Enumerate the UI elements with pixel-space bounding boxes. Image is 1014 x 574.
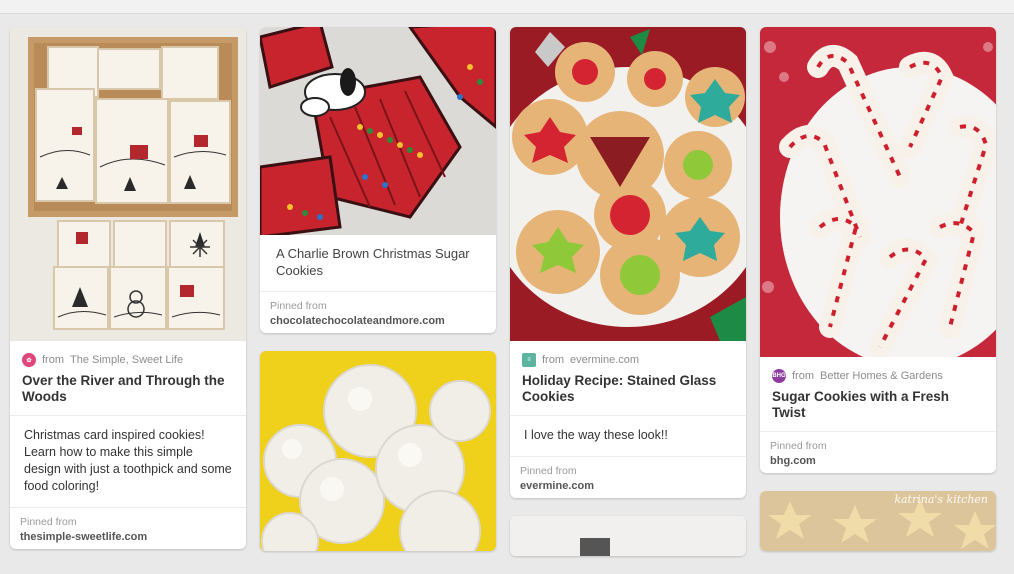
source-name[interactable]: Better Homes & Gardens bbox=[820, 370, 943, 382]
source-prefix: from bbox=[792, 370, 814, 382]
pin-source[interactable]: ≡ from evermine.com bbox=[510, 341, 746, 367]
top-bar bbox=[0, 0, 1014, 14]
pinned-from[interactable]: Pinned from chocolatechocolateandmore.co… bbox=[260, 292, 496, 333]
pin-card[interactable]: katrina's kitchen bbox=[760, 491, 996, 551]
pinned-from-label: Pinned from bbox=[270, 300, 327, 312]
source-name[interactable]: The Simple, Sweet Life bbox=[70, 354, 183, 366]
pin-card[interactable]: ✿ from The Simple, Sweet Life Over the R… bbox=[10, 27, 246, 549]
watermark-text: katrina's kitchen bbox=[894, 493, 988, 506]
pin-card[interactable]: A Charlie Brown Christmas Sugar Cookies … bbox=[260, 27, 496, 333]
pinned-from-domain[interactable]: thesimple-sweetlife.com bbox=[20, 531, 236, 543]
pin-image-christmas-card-cookies[interactable] bbox=[10, 27, 246, 341]
evermine-icon: ≡ bbox=[522, 353, 536, 367]
pinned-from[interactable]: Pinned from thesimple-sweetlife.com bbox=[10, 508, 246, 549]
pinned-from[interactable]: Pinned from bhg.com bbox=[760, 432, 996, 473]
pin-column-1: ✿ from The Simple, Sweet Life Over the R… bbox=[10, 27, 246, 567]
pin-card[interactable] bbox=[260, 351, 496, 551]
pinned-from-label: Pinned from bbox=[520, 465, 577, 477]
pinterest-avatar-icon: ✿ bbox=[22, 353, 36, 367]
pin-title[interactable]: Over the River and Through the Woods bbox=[10, 367, 246, 416]
pinned-from-domain[interactable]: bhg.com bbox=[770, 455, 986, 467]
pin-image-star-cookies[interactable]: katrina's kitchen bbox=[760, 491, 996, 551]
pin-column-2: A Charlie Brown Christmas Sugar Cookies … bbox=[260, 27, 496, 569]
pinned-from-label: Pinned from bbox=[20, 516, 77, 528]
pin-image-snowball-cookies[interactable] bbox=[260, 351, 496, 551]
bhg-icon: BHG bbox=[772, 369, 786, 383]
pin-description: I love the way these look!! bbox=[510, 416, 746, 457]
pin-image-partial[interactable] bbox=[510, 516, 746, 556]
source-name[interactable]: evermine.com bbox=[570, 354, 639, 366]
pin-column-4: BHG from Better Homes & Gardens Sugar Co… bbox=[760, 27, 996, 569]
pin-description: Christmas card inspired cookies! Learn h… bbox=[10, 416, 246, 508]
pin-title[interactable]: A Charlie Brown Christmas Sugar Cookies bbox=[260, 235, 496, 292]
pinned-from-label: Pinned from bbox=[770, 440, 827, 452]
pin-source[interactable]: BHG from Better Homes & Gardens bbox=[760, 357, 996, 383]
pin-image-snoopy-cookies[interactable] bbox=[260, 27, 496, 235]
pin-title[interactable]: Sugar Cookies with a Fresh Twist bbox=[760, 383, 996, 432]
pin-image-stained-glass-cookies[interactable] bbox=[510, 27, 746, 341]
pin-source[interactable]: ✿ from The Simple, Sweet Life bbox=[10, 341, 246, 367]
source-prefix: from bbox=[542, 354, 564, 366]
pin-image-candy-cane-cookies[interactable] bbox=[760, 27, 996, 357]
pin-column-3: ≡ from evermine.com Holiday Recipe: Stai… bbox=[510, 27, 746, 574]
source-prefix: from bbox=[42, 354, 64, 366]
pin-card[interactable]: ≡ from evermine.com Holiday Recipe: Stai… bbox=[510, 27, 746, 498]
pinned-from-domain[interactable]: evermine.com bbox=[520, 480, 736, 492]
pin-card[interactable] bbox=[510, 516, 746, 556]
pinned-from[interactable]: Pinned from evermine.com bbox=[510, 457, 746, 498]
pin-title[interactable]: Holiday Recipe: Stained Glass Cookies bbox=[510, 367, 746, 416]
pin-card[interactable]: BHG from Better Homes & Gardens Sugar Co… bbox=[760, 27, 996, 473]
pinned-from-domain[interactable]: chocolatechocolateandmore.com bbox=[270, 315, 486, 327]
